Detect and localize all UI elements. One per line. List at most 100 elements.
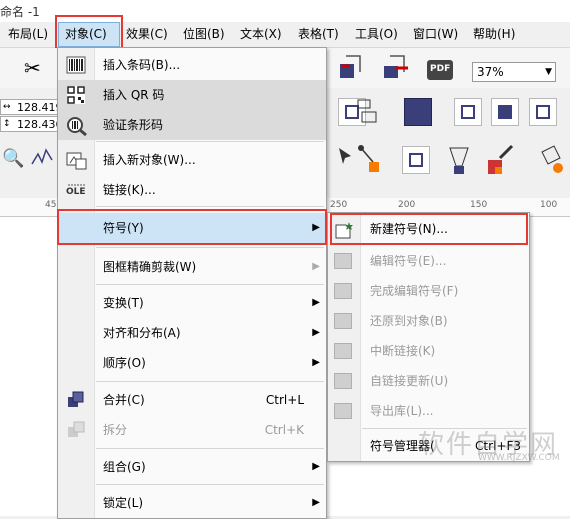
front-minus-back-icon[interactable] [491,98,519,126]
zoom-value: 37% [477,65,504,79]
submenu-arrow-icon: ▶ [312,222,320,233]
menu-item-shortcut: Ctrl+L [265,393,304,407]
menu-item-insert-barcode[interactable]: 插入条码(B)... [58,50,326,80]
submenu-arrow-icon: ▶ [312,497,320,508]
break-link-icon [334,343,352,359]
combine-icon [66,391,86,409]
pdf-label: PDF [430,64,451,74]
submenu-arrow-icon: ▶ [312,461,320,472]
ruler-tick: 100 [540,200,558,210]
insert-object-icon [66,151,87,170]
menu-layout[interactable]: 布局(L) [8,22,48,47]
menu-item-validate-barcode[interactable]: 验证条形码 [58,110,326,140]
magnifier-barcode-icon [66,116,87,137]
node-arrow-icon[interactable] [337,146,357,166]
ruler-tick: 45 [45,200,57,210]
submenu-arrow-icon: ▶ [312,297,320,308]
menu-effects[interactable]: 效果(C) [126,22,168,47]
intersect-icon[interactable] [404,98,432,126]
menu-item-powerclip[interactable]: 图框精确剪裁(W) ▶ [58,252,326,282]
edit-symbol-icon [334,253,352,269]
menu-item-label: 对齐和分布(A) [103,326,181,340]
object-menu: 插入条码(B)... 插入 QR 码 验证条形码 插入新对象(W)... OLE… [57,47,327,519]
shadow-tool-icon[interactable] [402,146,430,174]
menu-item-insert-new-object[interactable]: 插入新对象(W)... [58,145,326,175]
scissors-icon[interactable]: ✂ [24,56,41,80]
menu-item-edit-symbol[interactable]: 编辑符号(E)... [328,246,529,276]
menu-item-label: 自链接更新(U) [370,374,449,388]
menu-item-combine[interactable]: 合并(C) Ctrl+L [58,385,326,415]
menu-separator [96,247,324,248]
window-title: 命名 -1 [0,5,40,19]
publish-pdf-icon[interactable]: PDF [425,56,455,82]
menu-item-label: 中断链接(K) [370,344,436,358]
menu-item-label: 插入 QR 码 [103,88,165,102]
menu-text[interactable]: 文本(X) [240,22,282,47]
update-link-icon [334,373,352,389]
zoom-tool-icon[interactable]: 🔍 [2,148,24,169]
menu-table[interactable]: 表格(T) [298,22,339,47]
menu-separator [96,141,324,142]
menu-item-transform[interactable]: 变换(T) ▶ [58,288,326,318]
menu-separator [96,484,324,485]
menu-bitmap[interactable]: 位图(B) [183,22,225,47]
submenu-arrow-icon: ▶ [312,357,320,368]
fill-node-icon[interactable] [355,144,383,176]
submenu-arrow-icon: ▶ [312,261,320,272]
simplify-icon[interactable] [454,98,482,126]
new-symbol-icon [334,221,353,239]
menu-item-group[interactable]: 组合(G) ▶ [58,452,326,482]
menu-item-label: 组合(G) [103,460,146,474]
menu-item-label: 插入新对象(W)... [103,153,196,167]
export-icon[interactable] [382,54,410,82]
qr-code-icon [66,86,86,104]
menu-item-break-apart[interactable]: 拆分 Ctrl+K [58,415,326,445]
menu-tools[interactable]: 工具(O) [355,22,398,47]
transparency-tool-icon[interactable] [444,142,474,176]
menu-separator [96,448,324,449]
menu-item-label: 链接(K)... [103,183,156,197]
menu-item-links[interactable]: OLE 链接(K)... [58,175,326,205]
menu-item-new-symbol[interactable]: 新建符号(N)... [328,214,529,244]
menu-item-update-from-link[interactable]: 自链接更新(U) [328,366,529,396]
import-icon[interactable] [338,54,364,82]
trim-icon[interactable] [354,98,382,126]
menu-item-label: 新建符号(N)... [370,222,448,236]
menu-item-label: 变换(T) [103,296,144,310]
menu-item-label: 导出库(L)... [370,404,434,418]
ruler-tick: 250 [330,200,348,210]
menu-window[interactable]: 窗口(W) [413,22,458,47]
menu-item-align-distribute[interactable]: 对齐和分布(A) ▶ [58,318,326,348]
submenu-arrow-icon: ▶ [312,327,320,338]
revert-object-icon [334,313,352,329]
menu-item-export-library[interactable]: 导出库(L)... [328,396,529,426]
watermark-url: WWW.RJZXW.COM [478,453,560,463]
paint-bucket-icon[interactable] [536,142,566,176]
menu-item-revert-to-object[interactable]: 还原到对象(B) [328,306,529,336]
finish-edit-symbol-icon [334,283,352,299]
zoom-level-select[interactable]: 37% ▼ [472,62,556,82]
menu-item-label: 顺序(O) [103,356,146,370]
menu-item-finish-edit-symbol[interactable]: 完成编辑符号(F) [328,276,529,306]
menu-item-order[interactable]: 顺序(O) ▶ [58,348,326,378]
menu-item-symbol[interactable]: 符号(Y) ▶ [58,213,326,243]
menu-separator [96,206,324,207]
menu-item-break-link[interactable]: 中断链接(K) [328,336,529,366]
y-position-value: 128.436 [17,118,63,131]
x-position-field[interactable]: ↔ 128.419 [0,99,63,115]
y-position-field[interactable]: ↕ 128.436 [0,116,63,132]
menu-separator [96,284,324,285]
menu-item-label: 验证条形码 [103,118,164,132]
menu-item-label: 拆分 [103,423,128,437]
menu-item-insert-qr[interactable]: 插入 QR 码 [58,80,326,110]
back-minus-front-icon[interactable] [529,98,557,126]
menu-item-lock[interactable]: 锁定(L) ▶ [58,488,326,518]
ole-label: OLE [66,187,86,197]
menu-help[interactable]: 帮助(H) [473,22,515,47]
eyedropper-tool-icon[interactable] [486,142,520,176]
menu-bar: 布局(L) 对象(C) 效果(C) 位图(B) 文本(X) 表格(T) 工具(O… [0,22,570,48]
chevron-down-icon: ▼ [545,67,552,77]
menu-item-label: 图框精确剪裁(W) [103,260,197,274]
menu-object[interactable]: 对象(C) [58,22,120,47]
freehand-tool-icon[interactable] [30,146,54,170]
